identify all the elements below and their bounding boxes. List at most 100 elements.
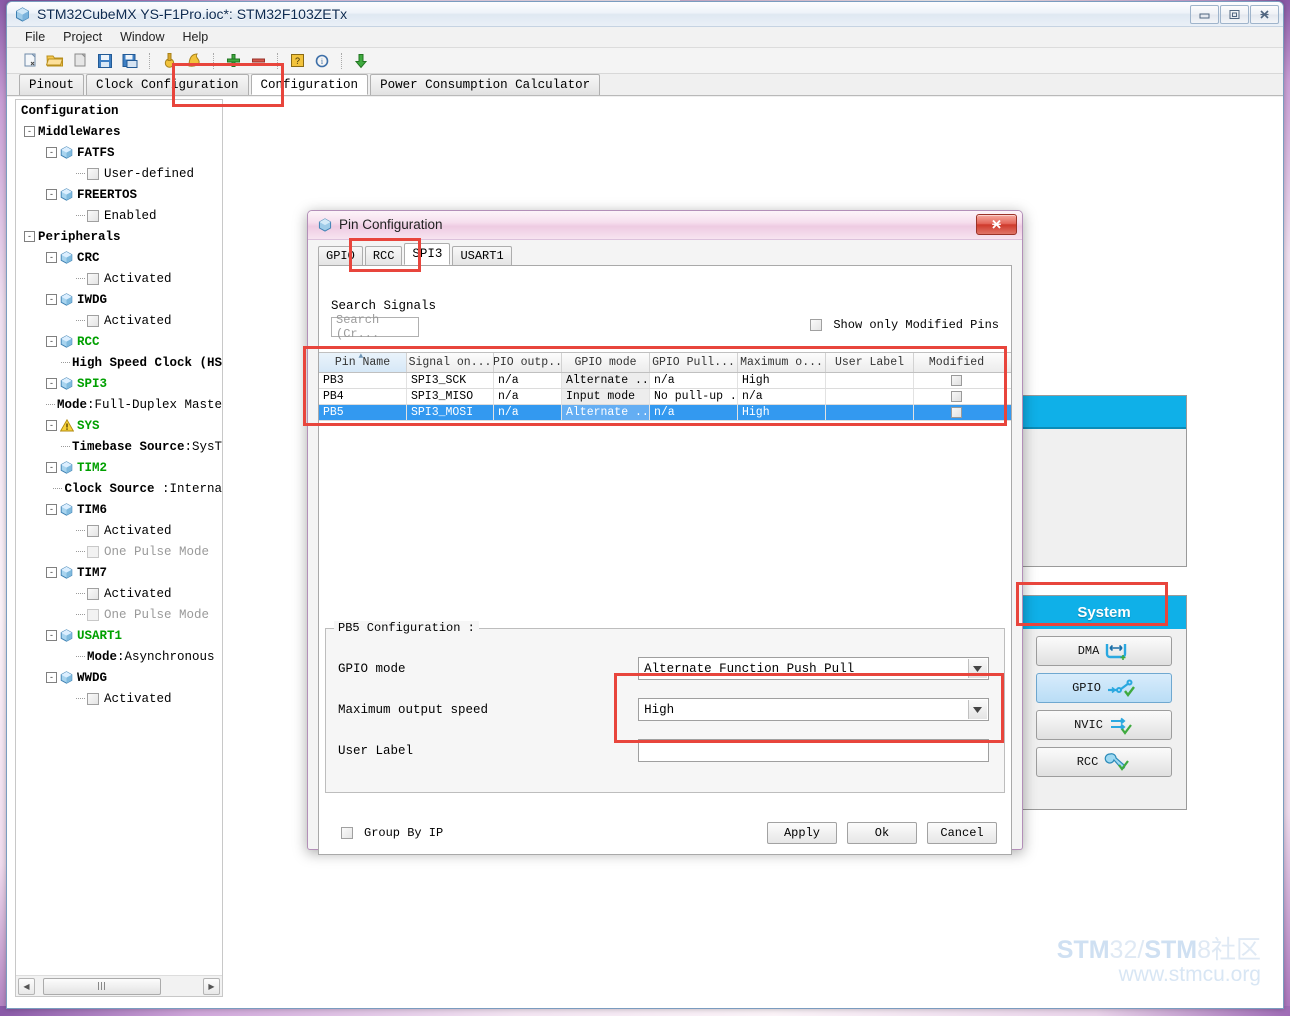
cell-gpio-mode[interactable]: Alternate ... [562, 373, 650, 388]
cell-modified[interactable] [914, 389, 999, 404]
new-project-icon[interactable] [19, 50, 41, 72]
cell-pin-name[interactable]: PB5 [319, 405, 407, 420]
tree-item-wwdg-act[interactable]: Activated [16, 688, 222, 709]
tree-item-crc[interactable]: - CRC [16, 247, 222, 268]
tree-item-rcc-hs[interactable]: High Speed Clock (HS [16, 352, 222, 373]
tree-expander-icon[interactable]: - [46, 252, 57, 263]
tree-expander-icon[interactable]: - [46, 462, 57, 473]
about-icon[interactable]: i [311, 50, 333, 72]
tree-item-spi3[interactable]: - SPI3 [16, 373, 222, 394]
cell-pin-name[interactable]: PB3 [319, 373, 407, 388]
gpio-mode-select[interactable]: Alternate Function Push Pull [638, 657, 989, 680]
ip-button-gpio[interactable]: GPIO [1036, 673, 1172, 703]
show-modified-checkbox-box[interactable] [810, 319, 823, 331]
tree-item-usart1-mode[interactable]: Mode:Asynchronous [16, 646, 222, 667]
tree-expander-icon[interactable]: - [24, 126, 35, 137]
close-icon[interactable] [1250, 5, 1279, 24]
group-by-ip-checkbox[interactable]: Group By IP [341, 826, 443, 840]
menu-help[interactable]: Help [175, 28, 217, 46]
tree-checkbox-tim7-opm[interactable] [87, 608, 99, 621]
column-header-pin-name[interactable]: Pin Name ▲ [319, 353, 407, 372]
tree-item-sys[interactable]: - SYS [16, 415, 222, 436]
menu-file[interactable]: File [17, 28, 53, 46]
table-row[interactable]: PB5 SPI3_MOSI n/a Alternate ... n/a High [319, 405, 1011, 421]
dialog-tab-spi3[interactable]: SPI3 [404, 243, 451, 265]
generate-report-icon[interactable] [183, 50, 205, 72]
column-header-modified[interactable]: Modified [914, 353, 999, 372]
search-input[interactable]: Search (Cr... [331, 313, 419, 341]
column-header-maximum-o[interactable]: Maximum o... [738, 353, 826, 372]
copy-icon[interactable] [69, 50, 91, 72]
cell-gpio-mode[interactable]: Input mode [562, 389, 650, 404]
tree-item-tim6[interactable]: - TIM6 [16, 499, 222, 520]
cell-maximum-speed[interactable]: n/a [738, 389, 826, 404]
scrollbar-track[interactable] [37, 977, 201, 995]
dialog-close-icon[interactable] [976, 214, 1017, 235]
tree-expander-icon[interactable]: - [46, 630, 57, 641]
tree-item-iwdg-act[interactable]: Activated [16, 310, 222, 331]
tree-checkbox-freertos-en[interactable] [87, 209, 99, 222]
chevron-down-icon[interactable] [967, 659, 987, 678]
scrollbar-thumb[interactable] [43, 977, 161, 995]
tree-item-tim6-act[interactable]: Activated [16, 520, 222, 541]
column-header-gpio-outp[interactable]: GPIO outp... [494, 353, 562, 372]
ip-button-nvic[interactable]: NVIC [1036, 710, 1172, 740]
tree-item-fatfs-ud[interactable]: User-defined [16, 163, 222, 184]
chevron-down-icon[interactable] [967, 700, 987, 719]
tree-item-usart1[interactable]: - USART1 [16, 625, 222, 646]
tree-item-iwdg[interactable]: - IWDG [16, 289, 222, 310]
tree-expander-icon[interactable]: - [46, 294, 57, 305]
cell-gpio-pull[interactable]: n/a [650, 373, 738, 388]
save-as-icon[interactable] [119, 50, 141, 72]
cell-modified[interactable] [914, 373, 999, 388]
tree-expander-icon[interactable]: - [46, 420, 57, 431]
download-icon[interactable] [350, 50, 372, 72]
tree-item-middlewares[interactable]: - MiddleWares [16, 121, 222, 142]
cell-modified[interactable] [914, 405, 999, 420]
column-header-user-label[interactable]: User Label [826, 353, 914, 372]
scroll-right-arrow[interactable]: ▶ [203, 977, 220, 995]
save-icon[interactable] [94, 50, 116, 72]
scroll-left-arrow[interactable]: ◀ [18, 977, 35, 995]
modified-checkbox[interactable] [951, 391, 962, 402]
tab-power-consumption-calculator[interactable]: Power Consumption Calculator [370, 74, 601, 95]
tree-item-sys-tb[interactable]: Timebase Source:SysT [16, 436, 222, 457]
menu-window[interactable]: Window [112, 28, 172, 46]
tree-item-rcc[interactable]: - RCC [16, 331, 222, 352]
pin-icon[interactable] [158, 50, 180, 72]
tree-checkbox-tim6-act[interactable] [87, 524, 99, 537]
dialog-tab-gpio[interactable]: GPIO [318, 246, 363, 265]
cell-gpio-pull[interactable]: No pull-up ... [650, 389, 738, 404]
tree-expander-icon[interactable]: - [46, 504, 57, 515]
modified-checkbox[interactable] [951, 375, 962, 386]
cell-gpio-output[interactable]: n/a [494, 405, 562, 420]
tree-checkbox-wwdg-act[interactable] [87, 692, 99, 705]
table-row[interactable]: PB4SPI3_MISOn/aInput modeNo pull-up ...n… [319, 389, 1011, 405]
cell-user-label[interactable] [826, 405, 914, 420]
group-by-ip-checkbox-box[interactable] [341, 827, 353, 839]
tree-item-tim6-opm[interactable]: One Pulse Mode [16, 541, 222, 562]
tree-expander-icon[interactable]: - [46, 336, 57, 347]
tab-pinout[interactable]: Pinout [19, 74, 85, 95]
cancel-button[interactable]: Cancel [927, 822, 997, 844]
table-row[interactable]: PB3 SPI3_SCK n/a Alternate ... n/a High [319, 373, 1011, 389]
cell-pin-name[interactable]: PB4 [319, 389, 407, 404]
ip-button-rcc[interactable]: RCC [1036, 747, 1172, 777]
cell-gpio-mode[interactable]: Alternate ... [562, 405, 650, 420]
tree-expander-icon[interactable]: - [46, 378, 57, 389]
tree-checkbox-fatfs-ud[interactable] [87, 167, 99, 180]
max-speed-select[interactable]: High [638, 698, 989, 721]
tree-item-crc-act[interactable]: Activated [16, 268, 222, 289]
user-label-input[interactable] [638, 739, 989, 762]
tab-clock-configuration[interactable]: Clock Configuration [86, 74, 249, 95]
configuration-tree[interactable]: Configuration - MiddleWares - FATFS User-def… [16, 100, 222, 974]
cell-gpio-output[interactable]: n/a [494, 373, 562, 388]
cell-signal[interactable]: SPI3_SCK [407, 373, 494, 388]
tree-item-spi3-mode[interactable]: Mode:Full-Duplex Maste [16, 394, 222, 415]
cell-maximum-speed[interactable]: High [738, 405, 826, 420]
tree-item-tim2-clk[interactable]: Clock Source :Interna [16, 478, 222, 499]
tree-expander-icon[interactable]: - [46, 147, 57, 158]
show-only-modified-pins-checkbox[interactable]: Show only Modified Pins [810, 318, 999, 332]
tree-item-freertos[interactable]: - FREERTOS [16, 184, 222, 205]
tree-checkbox-tim6-opm[interactable] [87, 545, 99, 558]
